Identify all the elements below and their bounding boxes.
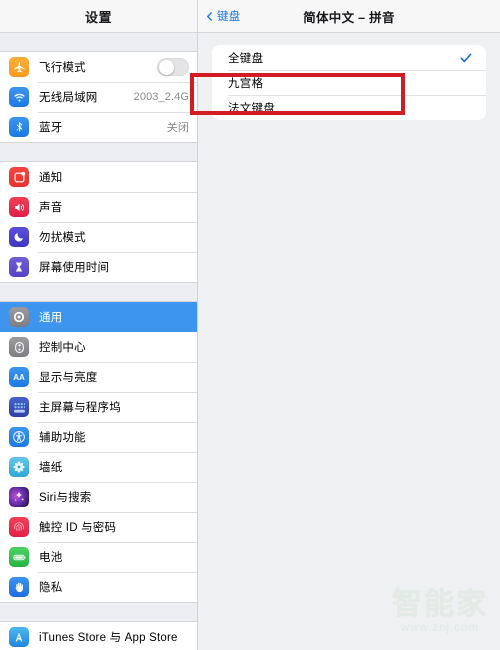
detail-title: 简体中文 – 拼音 [303, 10, 395, 25]
home-screen-dock-icon [9, 397, 29, 417]
privacy-icon [9, 577, 29, 597]
sidebar-group-connectivity: 飞行模式 无线局域网 2003_2.4G 蓝牙 关闭 [0, 51, 197, 143]
sidebar-item-label: 屏幕使用时间 [39, 262, 110, 274]
ipad-settings-screen: 设置 飞行模式 无线局域网 2003_2.4G 蓝牙 关闭 通知 声音 勿扰模式… [0, 0, 500, 650]
screen-time-icon [9, 257, 29, 277]
general-gear-icon [9, 307, 29, 327]
back-button[interactable]: 键盘 [198, 8, 240, 24]
sidebar-item-label: iTunes Store 与 App Store [39, 632, 178, 644]
list-item-label: 法文键盘 [228, 102, 276, 115]
battery-icon [9, 547, 29, 567]
sidebar-group-gap [0, 283, 197, 301]
sidebar-item-wifi[interactable]: 无线局域网 2003_2.4G [0, 82, 197, 112]
list-item-nine-grid[interactable]: 九宫格 [212, 70, 486, 95]
bluetooth-icon [9, 117, 29, 137]
sidebar-item-label: 通用 [39, 312, 63, 324]
sidebar-item-screen-time[interactable]: 屏幕使用时间 [0, 252, 197, 282]
list-item-full-keyboard[interactable]: 全键盘 [212, 45, 486, 70]
sidebar-item-do-not-disturb[interactable]: 勿扰模式 [0, 222, 197, 252]
notifications-icon [9, 167, 29, 187]
sidebar-group-gap [0, 33, 197, 51]
sidebar-item-accessibility[interactable]: 辅助功能 [0, 422, 197, 452]
sidebar-item-label: 无线局域网 [39, 92, 98, 104]
sidebar-item-label: 显示与亮度 [39, 372, 98, 384]
app-store-icon [9, 627, 29, 647]
sidebar-item-label: 辅助功能 [39, 432, 86, 444]
sidebar-item-itunes-app-store[interactable]: iTunes Store 与 App Store [0, 622, 197, 650]
sidebar-item-label: 声音 [39, 202, 63, 214]
list-item-label: 九宫格 [228, 77, 264, 90]
sidebar-item-label: 电池 [39, 552, 63, 564]
sounds-icon [9, 197, 29, 217]
sidebar-item-label: Siri与搜索 [39, 492, 92, 504]
sidebar-item-label: 控制中心 [39, 342, 86, 354]
watermark: 智能家 www.znj.com [392, 587, 488, 635]
detail-header: 键盘 简体中文 – 拼音 [198, 0, 500, 33]
sidebar-group-gap [0, 603, 197, 621]
sidebar-item-label: 通知 [39, 172, 63, 184]
sidebar-group-stores: iTunes Store 与 App Store 钱包与 Apple Pay [0, 621, 197, 650]
siri-search-icon [9, 487, 29, 507]
sidebar-header: 设置 [0, 0, 197, 33]
control-center-icon [9, 337, 29, 357]
checkmark-icon [460, 52, 472, 62]
sidebar-group-gap [0, 143, 197, 161]
sidebar-item-label: 主屏幕与程序坞 [39, 402, 121, 414]
do-not-disturb-icon [9, 227, 29, 247]
settings-sidebar: 设置 飞行模式 无线局域网 2003_2.4G 蓝牙 关闭 通知 声音 勿扰模式… [0, 0, 198, 650]
sidebar-item-privacy[interactable]: 隐私 [0, 572, 197, 602]
chevron-left-icon [207, 11, 212, 21]
sidebar-item-notifications[interactable]: 通知 [0, 162, 197, 192]
sidebar-item-control-center[interactable]: 控制中心 [0, 332, 197, 362]
sidebar-item-label: 勿扰模式 [39, 232, 86, 244]
sidebar-group-device: 通用 控制中心 AA 显示与亮度 主屏幕与程序坞 辅助功能 墙纸 Siri与搜索… [0, 301, 197, 603]
watermark-logo: 智能家 [392, 587, 488, 621]
sidebar-item-touch-id-passcode[interactable]: 触控 ID 与密码 [0, 512, 197, 542]
airplane-mode-toggle[interactable] [157, 58, 189, 76]
back-button-label: 键盘 [217, 11, 241, 23]
wallpaper-icon [9, 457, 29, 477]
sidebar-item-display-brightness[interactable]: AA 显示与亮度 [0, 362, 197, 392]
display-brightness-icon: AA [9, 367, 29, 387]
sidebar-item-label: 蓝牙 [39, 122, 63, 134]
sidebar-item-label: 墙纸 [39, 462, 63, 474]
svg-text:AA: AA [13, 373, 25, 382]
sidebar-item-airplane-mode[interactable]: 飞行模式 [0, 52, 197, 82]
detail-body: 全键盘 九宫格 法文键盘 [198, 33, 500, 120]
bluetooth-value: 关闭 [166, 122, 189, 134]
sidebar-group-alerts: 通知 声音 勿扰模式 屏幕使用时间 [0, 161, 197, 283]
page-title: 设置 [84, 9, 112, 25]
list-item-label: 全键盘 [228, 52, 264, 65]
sidebar-item-general[interactable]: 通用 [0, 302, 197, 332]
sidebar-item-siri-search[interactable]: Siri与搜索 [0, 482, 197, 512]
accessibility-icon [9, 427, 29, 447]
sidebar-item-battery[interactable]: 电池 [0, 542, 197, 572]
wifi-icon [9, 87, 29, 107]
touch-id-passcode-icon [9, 517, 29, 537]
keyboard-layout-list: 全键盘 九宫格 法文键盘 [212, 45, 486, 120]
watermark-url: www.znj.com [400, 621, 480, 634]
airplane-icon [9, 57, 29, 77]
detail-pane: 键盘 简体中文 – 拼音 全键盘 九宫格 法文键盘 智能家 www.znj.co [198, 0, 500, 650]
sidebar-item-label: 触控 ID 与密码 [39, 522, 117, 534]
list-item-french-keyboard[interactable]: 法文键盘 [212, 95, 486, 120]
wifi-value: 2003_2.4G [133, 91, 189, 103]
sidebar-item-bluetooth[interactable]: 蓝牙 关闭 [0, 112, 197, 142]
sidebar-item-home-screen-dock[interactable]: 主屏幕与程序坞 [0, 392, 197, 422]
sidebar-item-wallpaper[interactable]: 墙纸 [0, 452, 197, 482]
sidebar-item-label: 隐私 [39, 582, 63, 594]
sidebar-item-sounds[interactable]: 声音 [0, 192, 197, 222]
sidebar-item-label: 飞行模式 [39, 62, 86, 74]
